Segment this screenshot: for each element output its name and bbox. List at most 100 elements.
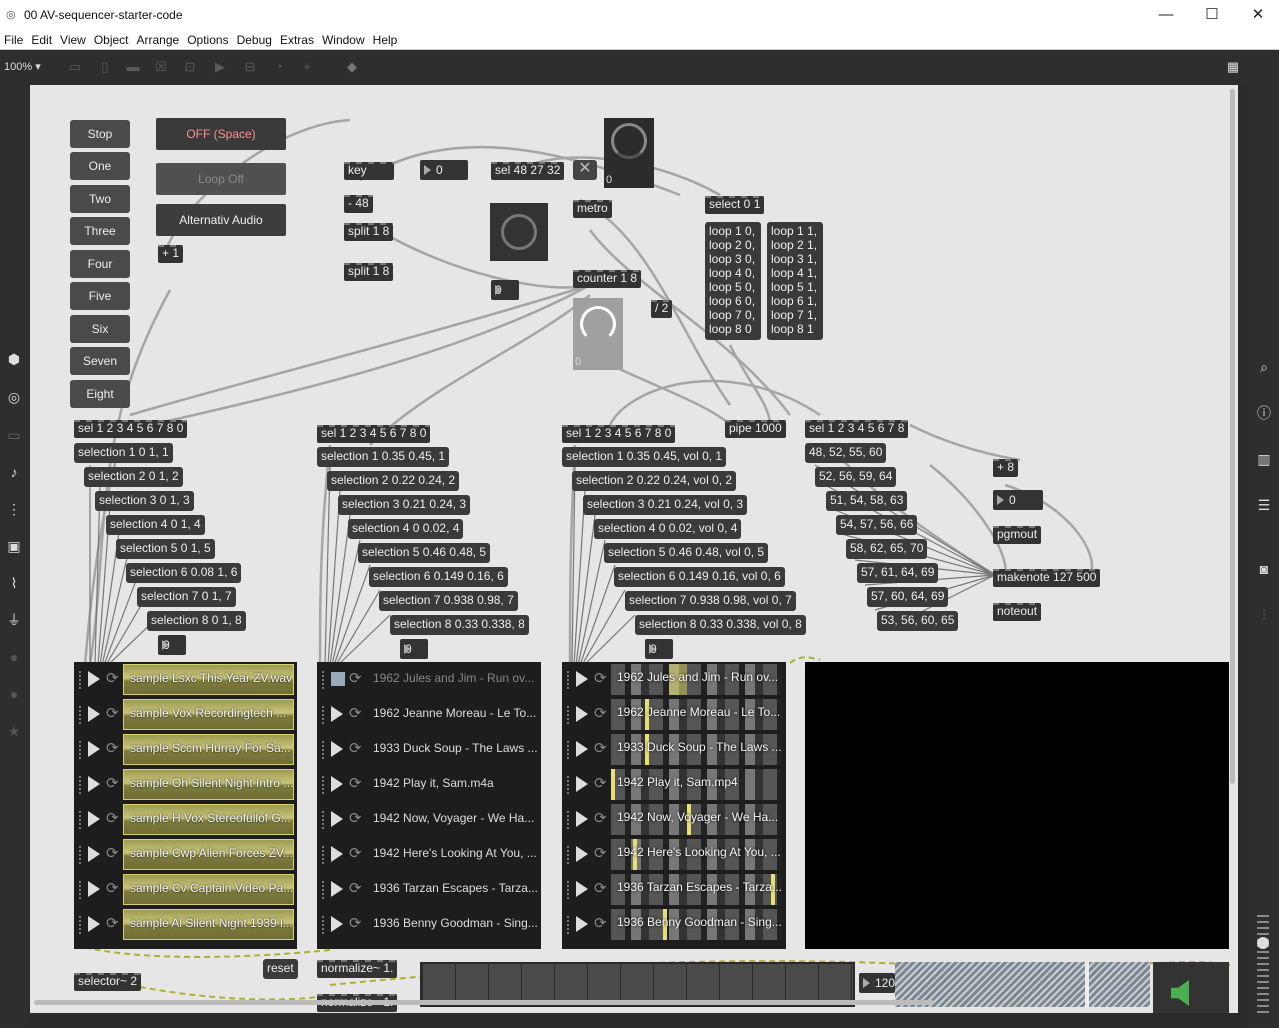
drag-handle-icon[interactable] [322, 741, 326, 759]
menu-debug[interactable]: Debug [233, 30, 276, 50]
alternativ-audio-toggle[interactable]: Alternativ Audio [156, 204, 286, 236]
play-icon[interactable] [576, 811, 588, 827]
key-object[interactable]: key [344, 162, 394, 180]
grid-icon[interactable]: ⊡ [181, 59, 199, 75]
playlist-row[interactable]: ⟳ sample Oh Silent Night Intro ... [74, 767, 297, 802]
split-icon[interactable]: ⊟ [241, 59, 259, 75]
play-icon[interactable] [88, 706, 100, 722]
selection-message[interactable]: selection 7 0.938 0.98, vol 0, 7 [625, 591, 796, 611]
selection-message[interactable]: selection 5 0.46 0.48, 5 [358, 543, 491, 563]
counter-object[interactable]: counter 1 8 [573, 270, 642, 288]
chord-message[interactable]: 57, 60, 64, 69 [867, 587, 949, 607]
number-box-col1[interactable]: 0 [158, 635, 186, 655]
play-icon[interactable] [88, 741, 100, 757]
playlist-row[interactable]: ⟳ sample Lsxc This Year ZV.wav [74, 662, 297, 697]
playlist-row[interactable]: ⟳ 1962 Jules and Jim - Run ov... [562, 662, 786, 697]
playlist-row[interactable]: ⟳ 1933 Duck Soup - The Laws ... [562, 732, 786, 767]
selection-message[interactable]: selection 6 0.149 0.16, 6 [369, 567, 508, 587]
chord-message[interactable]: 48, 52, 55, 60 [805, 443, 887, 463]
selection-message[interactable]: selection 1 0.35 0.45, vol 0, 1 [562, 447, 727, 467]
patcher-canvas[interactable]: Stop One Two Three Four Five Six Seven E… [30, 85, 1238, 1013]
speaker-button[interactable] [1153, 962, 1229, 1013]
clear-icon[interactable]: ☒ [152, 59, 170, 75]
selection-message[interactable]: selection 6 0.149 0.16, vol 0, 6 [614, 567, 785, 587]
package-icon[interactable]: ⬢ [4, 349, 24, 369]
drag-handle-icon[interactable] [322, 706, 326, 724]
playlist-audio[interactable]: ⟳ sample Lsxc This Year ZV.wav ⟳ sample Vo… [74, 662, 297, 949]
stop-button[interactable]: Stop [70, 120, 130, 148]
playlist-row[interactable]: ⟳ sample Sccm Hurray For Sa... [74, 732, 297, 767]
play-icon[interactable] [331, 776, 343, 792]
video-thumbnail[interactable]: 1936 Benny Goodman - Sing... [611, 909, 782, 940]
metro-object[interactable]: metro [573, 200, 612, 218]
console-icon[interactable]: ☰ [1254, 495, 1274, 515]
drag-handle-icon[interactable] [322, 811, 326, 829]
selection-message[interactable]: selection 7 0.938 0.98, 7 [379, 591, 518, 611]
number-box-counter[interactable]: 0 [491, 280, 519, 300]
six-button[interactable]: Six [70, 315, 130, 343]
loop-icon[interactable]: ⟳ [106, 809, 122, 829]
five-button[interactable]: Five [70, 282, 130, 310]
drag-handle-icon[interactable] [567, 881, 571, 899]
playlist-row[interactable]: ⟳ 1942 Now, Voyager - We Ha... [317, 802, 541, 837]
loop-icon[interactable]: ⟳ [349, 704, 365, 724]
playlist-row[interactable]: ⟳ 1942 Here's Looking At You, ... [562, 837, 786, 872]
selection-message[interactable]: selection 6 0.08 1, 6 [126, 563, 242, 583]
book-icon[interactable]: ▥ [1254, 449, 1274, 469]
play-icon[interactable] [576, 671, 588, 687]
two-button[interactable]: Two [70, 185, 130, 213]
selection-message[interactable]: selection 5 0 1, 5 [116, 539, 215, 559]
chord-message[interactable]: 54, 57, 56, 66 [836, 515, 918, 535]
loop-off-toggle[interactable]: Loop Off [156, 163, 286, 195]
video-thumbnail[interactable]: 1942 Here's Looking At You, ... [611, 839, 782, 870]
selection-message[interactable]: selection 5 0.46 0.48, vol 0, 5 [604, 543, 769, 563]
drag-handle-icon[interactable] [567, 776, 571, 794]
loop-icon[interactable]: ⟳ [594, 879, 610, 899]
selection-message[interactable]: selection 3 0.21 0.24, vol 0, 3 [583, 495, 748, 515]
playlist-row[interactable]: ⟳ 1962 Jules and Jim - Run ov... [317, 662, 541, 697]
split-object-1[interactable]: split 1 8 [344, 223, 394, 241]
loop-icon[interactable]: ⟳ [594, 844, 610, 864]
menu-arrange[interactable]: Arrange [133, 30, 184, 50]
loop-icon[interactable]: ⟳ [349, 914, 365, 934]
eight-button[interactable]: Eight [70, 380, 130, 408]
drag-handle-icon[interactable] [567, 846, 571, 864]
presentation-icon[interactable]: ▯ [96, 59, 114, 75]
selector-object[interactable]: selector~ 2 [74, 973, 142, 991]
playlist-row[interactable]: ⟳ sample H Vox Stereofullof G... [74, 802, 297, 837]
chord-message[interactable]: 51, 54, 58, 63 [826, 491, 908, 511]
plus8-object[interactable]: + 8 [993, 459, 1019, 477]
loop-icon[interactable]: ⟳ [594, 774, 610, 794]
video-thumbnail[interactable]: 1933 Duck Soup - The Laws ... [611, 734, 782, 765]
drag-handle-icon[interactable] [79, 846, 83, 864]
toggle-x[interactable]: ✕ [573, 160, 597, 180]
drag-handle-icon[interactable] [567, 671, 571, 689]
split-object-2[interactable]: split 1 8 [344, 263, 394, 281]
playlist-row[interactable]: ⟳ 1936 Tarzan Escapes - Tarza... [317, 872, 541, 907]
four-button[interactable]: Four [70, 250, 130, 278]
mixer-icon[interactable]: ⫶ [1254, 605, 1274, 625]
sel-object-col4[interactable]: sel 1 2 3 4 5 6 7 8 [805, 420, 909, 438]
play-icon[interactable] [576, 776, 588, 792]
chord-message[interactable]: 52, 56, 59, 64 [815, 467, 897, 487]
playlist-row[interactable]: ⟳ sample Cv Captain Video Pa... [74, 872, 297, 907]
info-icon[interactable]: ⓘ [1254, 403, 1274, 423]
number-box-col3[interactable]: 0 [645, 639, 673, 659]
drag-handle-icon[interactable] [79, 741, 83, 759]
playlist-row[interactable]: ⟳ sample Cwp Alien Forces ZV... [74, 837, 297, 872]
playlist-alt-audio[interactable]: ⟳ 1962 Jules and Jim - Run ov... ⟳ 1962 Je… [317, 662, 541, 949]
waveform[interactable]: sample Al Silent Night 1939 l... [123, 909, 294, 940]
number-box-col2[interactable]: 0 [400, 639, 428, 659]
playlist-row[interactable]: ⟳ sample Vox Recordingtech ... [74, 697, 297, 732]
comment-icon[interactable]: ▬ [124, 59, 142, 75]
loop-off-message[interactable]: loop 1 0, loop 2 0, loop 3 0, loop 4 0, … [705, 222, 761, 340]
image-icon[interactable]: ▣ [4, 536, 24, 556]
close-button[interactable]: ✕ [1235, 0, 1279, 30]
b-icon[interactable]: ● [4, 684, 24, 704]
play-icon[interactable] [576, 881, 588, 897]
drag-handle-icon[interactable] [322, 881, 326, 899]
play-icon[interactable] [331, 741, 343, 757]
play-icon[interactable] [331, 881, 343, 897]
number-box-key[interactable]: 0 [420, 160, 468, 180]
loop-icon[interactable]: ⟳ [594, 739, 610, 759]
